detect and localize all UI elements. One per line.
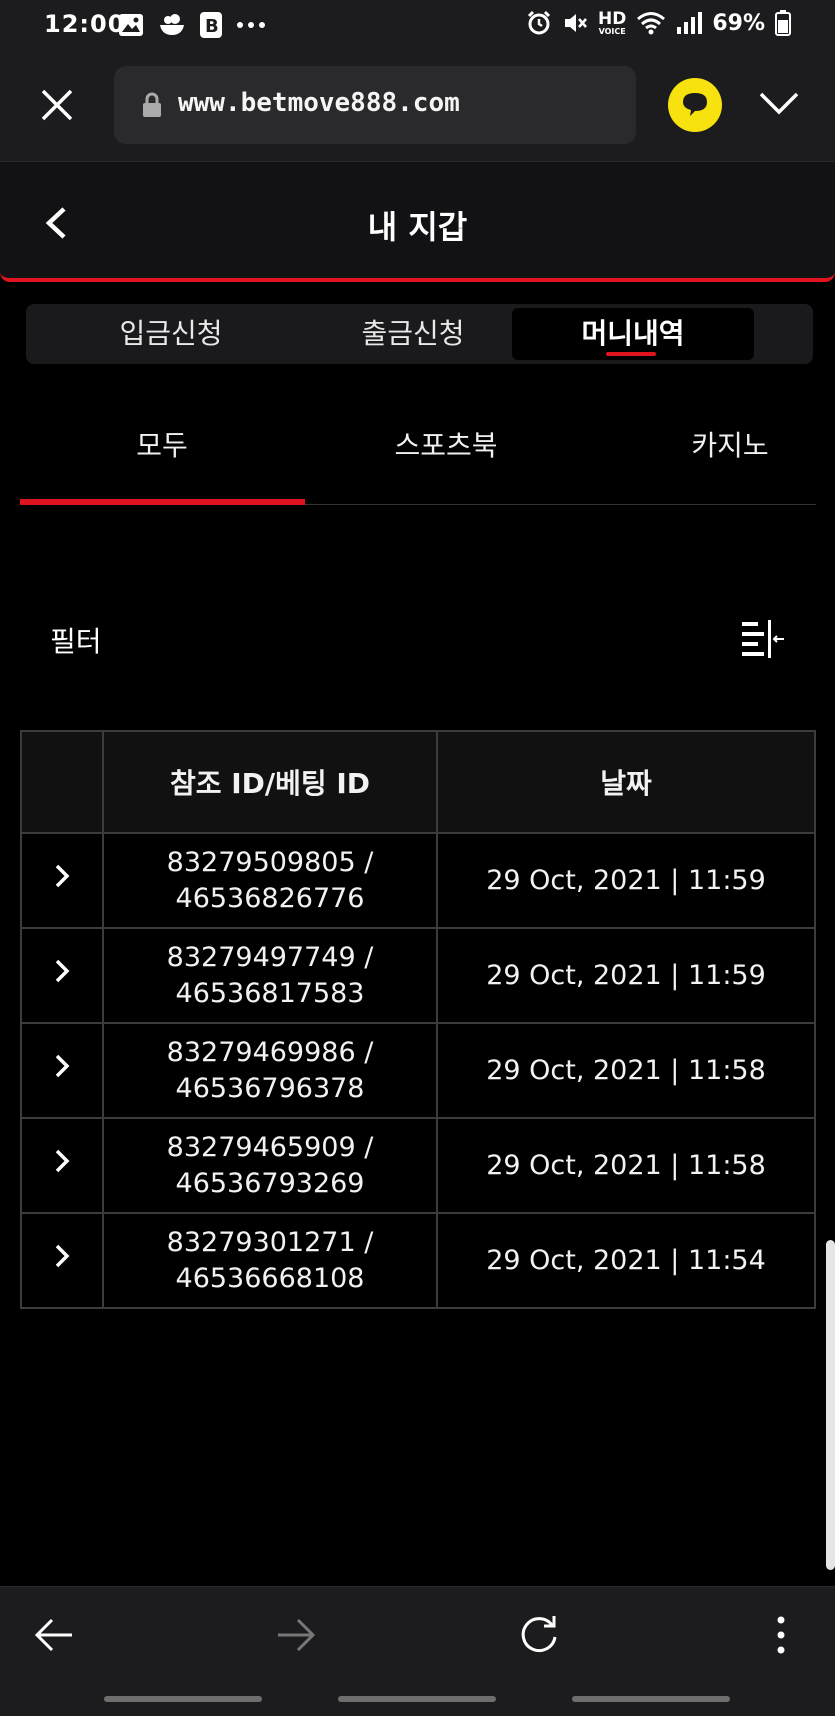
chevron-right-icon — [55, 1244, 70, 1267]
date-cell: 29 Oct, 2021 | 11:59 — [436, 832, 816, 929]
wallet-tabs: 입금신청 출금신청 머니내역 — [26, 304, 813, 364]
table-header-date: 날짜 — [436, 730, 816, 834]
subtab-casino[interactable]: 카지노 — [588, 424, 835, 464]
expand-row-button[interactable] — [20, 1117, 104, 1214]
page-scrollbar[interactable] — [826, 1240, 835, 1570]
expand-row-button[interactable] — [20, 832, 104, 929]
chevron-right-icon — [55, 1149, 70, 1172]
date-cell: 29 Oct, 2021 | 11:58 — [436, 1022, 816, 1119]
close-icon[interactable] — [40, 88, 74, 122]
back-arrow-icon[interactable] — [34, 1617, 74, 1653]
table-header-ref-id: 참조 ID/베팅 ID — [102, 730, 438, 834]
status-bar: 12:00 B HD VOICE 69% — [0, 0, 835, 52]
date-cell: 29 Oct, 2021 | 11:54 — [436, 1212, 816, 1309]
expand-row-button[interactable] — [20, 1022, 104, 1119]
expand-row-button[interactable] — [20, 1212, 104, 1309]
browser-bottom-nav — [0, 1586, 835, 1682]
table-header-row: 참조 ID/베팅 ID 날짜 — [20, 730, 816, 834]
active-tab-underline — [606, 352, 656, 356]
table-row[interactable]: 83279301271 /46536668108 29 Oct, 2021 | … — [20, 1212, 816, 1309]
forward-arrow-icon[interactable] — [276, 1617, 316, 1653]
date-cell: 29 Oct, 2021 | 11:58 — [436, 1117, 816, 1214]
more-dots-icon — [237, 22, 265, 28]
hd-voice-badge: HD VOICE — [597, 8, 627, 36]
url-text: www.betmove888.com — [178, 88, 460, 118]
table-row[interactable]: 83279465909 /46536793269 29 Oct, 2021 | … — [20, 1117, 816, 1214]
filter-label: 필터 — [50, 625, 102, 658]
tab-withdraw-request[interactable]: 출금신청 — [292, 308, 534, 360]
image-icon — [119, 14, 143, 36]
alarm-icon — [527, 10, 551, 35]
ref-id-cell: 83279301271 /46536668108 — [102, 1212, 438, 1309]
tab-money-history[interactable]: 머니내역 — [512, 308, 754, 360]
browser-toolbar: www.betmove888.com — [0, 52, 835, 162]
subtab-all[interactable]: 모두 — [20, 424, 304, 464]
chat-bubble-icon[interactable] — [668, 78, 722, 132]
ref-id-cell: 83279465909 /46536793269 — [102, 1117, 438, 1214]
ref-id-cell: 83279469986 /46536796378 — [102, 1022, 438, 1119]
more-vertical-icon[interactable] — [776, 1615, 786, 1655]
gesture-handle — [104, 1696, 262, 1702]
cloud-app-icon — [160, 14, 184, 35]
chevron-down-icon[interactable] — [758, 90, 800, 116]
chevron-right-icon — [55, 1054, 70, 1077]
mute-icon — [564, 14, 587, 32]
money-history-table: 참조 ID/베팅 ID 날짜 83279509805 /46536826776 … — [20, 730, 816, 1309]
expand-row-button[interactable] — [20, 927, 104, 1024]
tab-deposit-request[interactable]: 입금신청 — [50, 308, 292, 360]
table-row[interactable]: 83279497749 /46536817583 29 Oct, 2021 | … — [20, 927, 816, 1024]
b-app-icon: B — [200, 12, 222, 38]
date-cell: 29 Oct, 2021 | 11:59 — [436, 927, 816, 1024]
page-header: 내 지갑 — [0, 162, 835, 282]
battery-icon — [775, 10, 791, 36]
filter-collapse-icon[interactable] — [740, 618, 786, 658]
status-time: 12:00 — [44, 10, 126, 38]
subtab-sportsbook[interactable]: 스포츠북 — [304, 424, 588, 464]
table-row[interactable]: 83279509805 /46536826776 29 Oct, 2021 | … — [20, 832, 816, 929]
gesture-bar — [0, 1682, 835, 1716]
signal-icon — [677, 12, 703, 34]
table-row[interactable]: 83279469986 /46536796378 29 Oct, 2021 | … — [20, 1022, 816, 1119]
chevron-right-icon — [55, 959, 70, 982]
ref-id-cell: 83279497749 /46536817583 — [102, 927, 438, 1024]
gesture-handle — [572, 1696, 730, 1702]
reload-icon[interactable] — [518, 1613, 560, 1655]
subtab-active-indicator — [20, 499, 305, 505]
lock-icon — [143, 92, 161, 117]
chevron-right-icon — [55, 864, 70, 887]
url-bar[interactable]: www.betmove888.com — [114, 66, 636, 144]
ref-id-cell: 83279509805 /46536826776 — [102, 832, 438, 929]
gesture-handle — [338, 1696, 496, 1702]
table-header-expand — [20, 730, 104, 834]
page-title: 내 지갑 — [367, 208, 468, 246]
battery-percent: 69% — [712, 10, 765, 36]
svg-text:B: B — [205, 16, 219, 37]
wifi-icon — [637, 12, 666, 35]
